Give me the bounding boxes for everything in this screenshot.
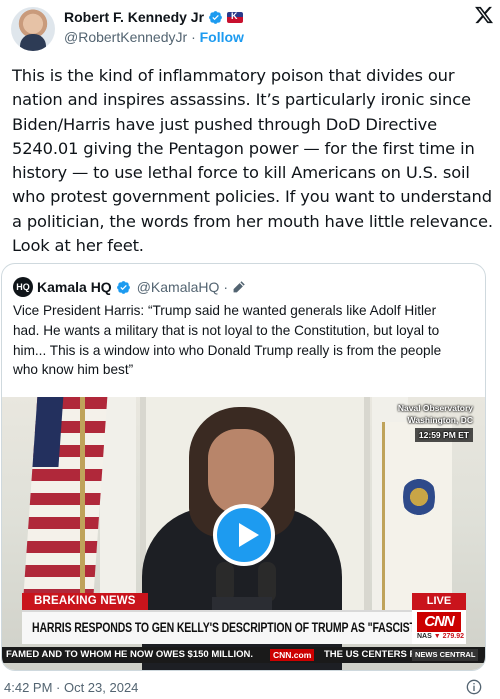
quoted-tweet-header: HQ Kamala HQ @KamalaHQ · — [13, 277, 245, 297]
info-icon[interactable] — [466, 679, 482, 695]
handle-separator: · — [191, 29, 196, 45]
breaking-news-label: BREAKING NEWS — [22, 593, 148, 610]
author-handle[interactable]: @RobertKennedyJr — [64, 29, 187, 45]
chyron: HARRIS RESPONDS TO GEN KELLY'S DESCRIPTI… — [22, 610, 421, 644]
market-readout: NAS ▼ 279.92 — [417, 633, 464, 640]
ticker-text-right: THE US CENTERS F — [324, 649, 416, 660]
location-bug: Naval Observatory Washington, DC 12:59 P… — [398, 402, 473, 442]
edited-pencil-icon[interactable] — [232, 280, 245, 294]
x-logo-icon[interactable] — [474, 5, 494, 25]
tweet-line: history — to use lethal force to kill Am… — [12, 163, 470, 183]
tweet-line: This is the kind of inflammatory poison … — [12, 66, 455, 85]
chyron-headline: HARRIS RESPONDS TO GEN KELLY'S DESCRIPTI… — [32, 620, 421, 635]
tweet-line: nation and inspires assassins. It’s part… — [12, 90, 471, 110]
quoted-line: had. He wants a military that is not loy… — [13, 322, 440, 338]
quoted-tweet-text: Vice President Harris: “Trump said he wa… — [13, 301, 478, 380]
speaker-face — [208, 429, 274, 515]
tweet-header: Robert F. Kennedy Jr @RobertKennedyJr · … — [11, 5, 496, 53]
ticker-site-label: CNN.com — [270, 649, 315, 661]
quoted-line: him... This is a window into who Donald … — [13, 342, 442, 358]
microphone — [258, 562, 276, 602]
tweet-line: Biden/Harris have just pushed through Do… — [12, 114, 437, 134]
network-box: CNN NAS ▼ 279.92 — [412, 610, 466, 644]
broadcast-time: 12:59 PM ET — [414, 428, 473, 442]
tweet-line: Look at her feet. — [12, 236, 144, 256]
quoted-separator: · — [223, 279, 229, 295]
tweet-timestamp[interactable]: 4:42 PM · Oct 23, 2024 — [4, 680, 138, 695]
microphone — [216, 562, 234, 602]
follow-button[interactable]: Follow — [200, 29, 244, 45]
quoted-author-name[interactable]: Kamala HQ — [37, 279, 112, 295]
author-handle-row: @RobertKennedyJr · Follow — [64, 29, 244, 45]
quoted-author-avatar[interactable]: HQ — [13, 277, 33, 297]
ticker-tag: NEWS CENTRAL — [412, 649, 479, 661]
affiliate-badge-icon — [227, 11, 244, 23]
author-name-row: Robert F. Kennedy Jr — [64, 9, 244, 25]
market-name: NAS — [417, 633, 432, 640]
quoted-tweet[interactable]: HQ Kamala HQ @KamalaHQ · Vice President … — [1, 263, 486, 671]
cnn-logo: CNN — [417, 612, 461, 632]
author-avatar[interactable] — [11, 7, 55, 51]
location-line: Washington, DC — [407, 415, 473, 425]
tweet-line: a politician, the words from her mouth h… — [12, 211, 493, 231]
news-ticker: FAMED AND TO WHOM HE NOW OWES $150 MILLI… — [2, 647, 485, 663]
quoted-line: who know him best” — [13, 362, 134, 378]
market-value: ▼ 279.92 — [433, 633, 465, 640]
ticker-text-left: FAMED AND TO WHOM HE NOW OWES $150 MILLI… — [6, 649, 254, 660]
verified-badge-icon — [116, 280, 130, 294]
verified-badge-icon — [209, 10, 222, 24]
author-name[interactable]: Robert F. Kennedy Jr — [64, 9, 204, 25]
tweet-text: This is the kind of inflammatory poison … — [12, 64, 493, 258]
vice-president-flag — [382, 422, 452, 612]
american-flag — [22, 397, 108, 607]
video-player[interactable]: Naval Observatory Washington, DC 12:59 P… — [2, 397, 485, 670]
location-line: Naval Observatory — [397, 403, 473, 413]
tweet-line: 5240.01 giving the Pentagon power — for … — [12, 138, 475, 158]
play-button[interactable] — [213, 504, 275, 566]
tweet-line: who protest government policies. If you … — [12, 187, 492, 207]
live-badge: LIVE — [412, 593, 466, 610]
quoted-author-handle[interactable]: @KamalaHQ — [137, 279, 220, 295]
quoted-line: Vice President Harris: “Trump said he wa… — [13, 303, 437, 318]
